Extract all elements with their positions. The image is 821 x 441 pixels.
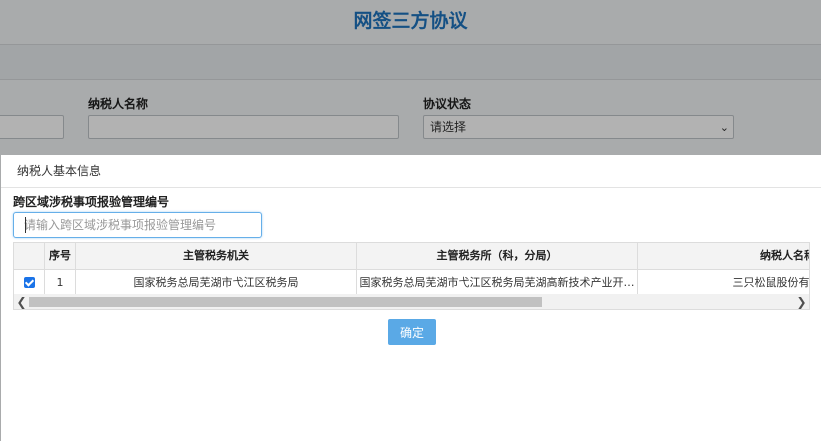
row-tax-office: 国家税务总局芜湖市弋江区税务局芜湖高新技术产业开… bbox=[357, 270, 638, 296]
header-select-cell bbox=[14, 243, 45, 269]
management-number-label: 跨区域涉税事项报验管理编号 bbox=[13, 195, 170, 209]
row-tax-authority: 国家税务总局芜湖市弋江区税务局 bbox=[76, 270, 357, 296]
table-row[interactable]: 1 国家税务总局芜湖市弋江区税务局 国家税务总局芜湖市弋江区税务局芜湖高新技术产… bbox=[14, 270, 810, 297]
management-number-input[interactable] bbox=[13, 212, 262, 238]
modal-title: 纳税人基本信息 bbox=[1, 155, 821, 188]
horizontal-scrollbar[interactable]: ❮ ❯ bbox=[14, 294, 809, 309]
row-checkbox-cell[interactable] bbox=[14, 270, 45, 296]
confirm-button[interactable]: 确定 bbox=[388, 319, 436, 345]
scroll-right-icon[interactable]: ❯ bbox=[794, 294, 809, 309]
scrollbar-thumb[interactable] bbox=[29, 297, 542, 307]
header-taxpayer-name: 纳税人名称 bbox=[638, 243, 809, 269]
row-checkbox[interactable] bbox=[23, 276, 35, 288]
table-header-row: 序号 主管税务机关 主管税务所（科，分局） 纳税人名称 bbox=[14, 243, 809, 270]
row-taxpayer-name: 三只松鼠股份有限公司 bbox=[638, 270, 810, 296]
header-tax-office: 主管税务所（科，分局） bbox=[357, 243, 638, 269]
text-cursor bbox=[25, 217, 26, 233]
taxpayer-info-modal: 纳税人基本信息 跨区域涉税事项报验管理编号 序号 主管税务机关 主管税务所（科，… bbox=[1, 155, 821, 441]
header-tax-authority: 主管税务机关 bbox=[76, 243, 357, 269]
row-index: 1 bbox=[45, 270, 76, 296]
taxpayer-table: 序号 主管税务机关 主管税务所（科，分局） 纳税人名称 1 国家税务总局芜湖市弋… bbox=[13, 242, 810, 310]
scroll-left-icon[interactable]: ❮ bbox=[14, 294, 29, 309]
header-index: 序号 bbox=[45, 243, 76, 269]
